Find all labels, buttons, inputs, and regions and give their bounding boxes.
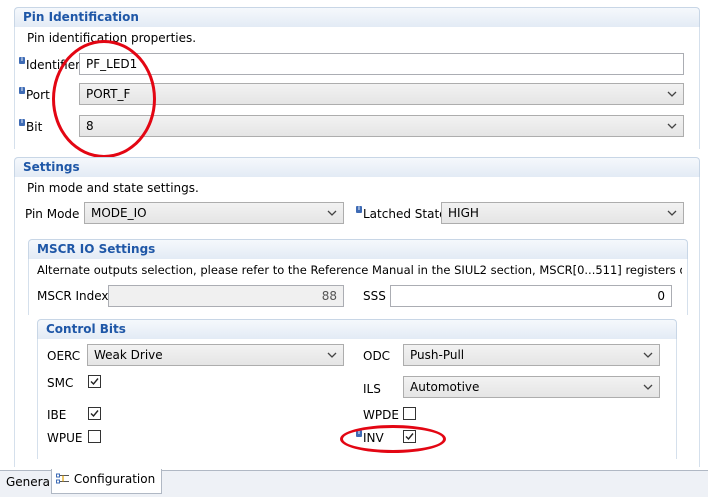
configuration-icon xyxy=(56,473,69,484)
port-label: Port xyxy=(26,88,50,102)
wpue-label: WPUE xyxy=(47,431,83,445)
settings-title: Settings xyxy=(23,160,80,174)
mscr-header[interactable]: MSCR IO Settings xyxy=(28,239,688,259)
pin-identification-header[interactable]: Pin Identification xyxy=(14,7,700,27)
pin-mode-label: Pin Mode xyxy=(25,207,80,221)
control-bits-title: Control Bits xyxy=(46,322,126,336)
checkmark-icon xyxy=(90,410,99,418)
latched-state-select-value: HIGH xyxy=(448,206,479,220)
info-icon: i xyxy=(19,87,25,94)
pin-mode-select[interactable]: MODE_IO xyxy=(84,202,344,224)
settings-header[interactable]: Settings xyxy=(14,157,700,177)
wpde-label: WPDE xyxy=(363,408,399,422)
tab-general-label: General xyxy=(6,475,54,489)
chevron-down-icon xyxy=(327,352,337,358)
ibe-checkbox[interactable] xyxy=(88,407,101,420)
chevron-down-icon xyxy=(327,210,337,216)
info-icon: i xyxy=(19,57,25,64)
sss-field[interactable]: 0 xyxy=(390,285,672,307)
mscr-description: Alternate outputs selection, please refe… xyxy=(37,263,682,277)
wpde-checkbox[interactable] xyxy=(403,407,416,420)
settings-description: Pin mode and state settings. xyxy=(27,181,199,195)
latched-state-label: Latched State xyxy=(363,207,447,221)
sss-label: SSS xyxy=(363,289,386,303)
pin-identification-title: Pin Identification xyxy=(23,10,139,24)
editor-tab-bar: General Configuration xyxy=(0,469,708,497)
annotation-ellipse xyxy=(340,425,446,453)
odc-label: ODC xyxy=(363,349,391,363)
oerc-select[interactable]: Weak Drive xyxy=(87,344,344,366)
ibe-label: IBE xyxy=(47,408,67,422)
bit-label: Bit xyxy=(26,120,43,134)
annotation-ellipse xyxy=(52,40,156,158)
odc-select[interactable]: Push-Pull xyxy=(403,344,660,366)
info-icon: i xyxy=(356,206,362,213)
ils-select[interactable]: Automotive xyxy=(403,376,660,398)
oerc-label: OERC xyxy=(47,349,81,363)
ils-label: ILS xyxy=(363,382,381,396)
mscr-index-label: MSCR Index xyxy=(37,289,109,303)
port-select[interactable]: PORT_F xyxy=(79,83,684,105)
control-bits-header[interactable]: Control Bits xyxy=(37,319,677,339)
identifier-field[interactable]: PF_LED1 xyxy=(79,53,684,75)
mscr-index-field: 88 xyxy=(108,285,344,307)
wpue-checkbox[interactable] xyxy=(88,430,101,443)
tab-configuration-label: Configuration xyxy=(73,472,156,486)
smc-label: SMC xyxy=(47,376,74,390)
bit-select[interactable]: 8 xyxy=(79,115,684,137)
mscr-title: MSCR IO Settings xyxy=(37,242,156,256)
chevron-down-icon xyxy=(643,352,653,358)
tab-configuration[interactable]: Configuration xyxy=(51,469,163,494)
ils-select-value: Automotive xyxy=(410,380,480,394)
info-icon: i xyxy=(19,119,25,126)
checkmark-icon xyxy=(90,378,99,386)
oerc-select-value: Weak Drive xyxy=(94,348,163,362)
smc-checkbox[interactable] xyxy=(88,375,101,388)
chevron-down-icon xyxy=(643,384,653,390)
chevron-down-icon xyxy=(667,91,677,97)
latched-state-select[interactable]: HIGH xyxy=(441,202,684,224)
pin-mode-select-value: MODE_IO xyxy=(91,206,147,220)
odc-select-value: Push-Pull xyxy=(410,348,465,362)
chevron-down-icon xyxy=(667,123,677,129)
chevron-down-icon xyxy=(667,210,677,216)
